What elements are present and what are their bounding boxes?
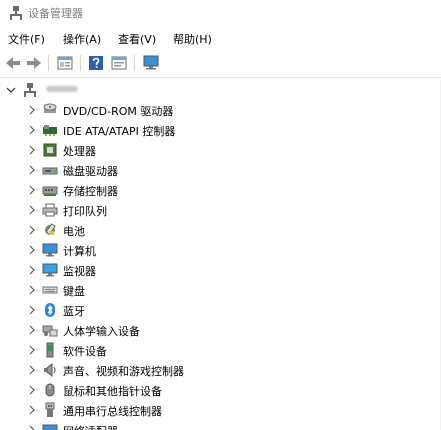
printer-icon xyxy=(42,203,58,217)
properties-window-icon[interactable] xyxy=(55,53,75,73)
storage-controller-icon xyxy=(42,186,58,196)
category-label: 打印队列 xyxy=(63,205,107,218)
menu-bar: 文件(F) 操作(A) 查看(V) 帮助(H) xyxy=(0,28,441,48)
title-bar: 设备管理器 xyxy=(0,0,441,26)
category-label: 电池 xyxy=(63,225,85,238)
bluetooth-icon xyxy=(45,303,55,317)
chevron-right-icon[interactable] xyxy=(28,405,36,415)
device-tree[interactable]: DVD/CD-ROM 驱动器 IDE ATA/ATAPI 控制器 处理器磁盘驱动器存… xyxy=(0,80,441,430)
chevron-down-icon[interactable] xyxy=(6,85,16,95)
category-label: 蓝牙 xyxy=(63,305,85,318)
chevron-right-icon[interactable] xyxy=(28,185,36,195)
category-label: 鼠标和其他指针设备 xyxy=(63,385,162,398)
back-arrow-icon[interactable] xyxy=(3,53,23,73)
tree-category-row[interactable]: 软件设备 xyxy=(0,340,441,360)
hid-icon xyxy=(42,325,58,337)
keyboard-icon xyxy=(42,286,58,294)
category-label: 通用串行总线控制器 xyxy=(63,405,162,418)
category-label: 声音、视频和游戏控制器 xyxy=(63,365,184,378)
toolbar-separator xyxy=(48,55,49,71)
category-label: 网络适配器 xyxy=(63,423,118,430)
tree-category-row[interactable]: 声音、视频和游戏控制器 xyxy=(0,360,441,380)
category-label: 存储控制器 xyxy=(63,185,118,198)
device-manager-icon xyxy=(10,6,22,20)
chevron-right-icon[interactable] xyxy=(28,285,36,295)
chevron-right-icon[interactable] xyxy=(28,245,36,255)
redacted-computer-name xyxy=(46,86,78,92)
ide-controller-icon xyxy=(43,125,57,136)
category-label: 处理器 xyxy=(63,145,96,158)
tree-category-row[interactable]: 人体学输入设备 xyxy=(0,320,441,340)
sound-icon xyxy=(44,362,56,378)
category-label: IDE ATA/ATAPI 控制器 xyxy=(63,125,176,138)
help-icon[interactable] xyxy=(86,53,106,73)
update-driver-icon[interactable] xyxy=(109,53,129,73)
category-label: 计算机 xyxy=(63,245,96,258)
mouse-icon xyxy=(45,383,55,397)
tree-category-row[interactable]: IDE ATA/ATAPI 控制器 xyxy=(0,120,441,140)
toolbar xyxy=(0,50,441,76)
category-label: 磁盘驱动器 xyxy=(63,165,118,178)
processor-icon xyxy=(43,143,57,157)
chevron-right-icon[interactable] xyxy=(28,145,36,155)
tree-category-row[interactable]: 监视器 xyxy=(0,260,441,280)
category-label: DVD/CD-ROM 驱动器 xyxy=(63,105,174,118)
monitor-icon xyxy=(42,263,58,277)
tree-category-row[interactable]: 键盘 xyxy=(0,280,441,300)
chevron-right-icon[interactable] xyxy=(28,165,36,175)
menu-help[interactable]: 帮助(H) xyxy=(173,31,212,47)
toolbar-divider xyxy=(0,77,441,78)
tree-category-row[interactable]: 处理器 xyxy=(0,140,441,160)
category-label: 软件设备 xyxy=(63,345,107,358)
tree-category-row[interactable]: 蓝牙 xyxy=(0,300,441,320)
computer-root-icon xyxy=(24,83,36,97)
window-title: 设备管理器 xyxy=(28,7,83,20)
chevron-right-icon[interactable] xyxy=(28,225,36,235)
chevron-right-icon[interactable] xyxy=(28,385,36,395)
tree-root[interactable] xyxy=(0,80,441,100)
category-label: 监视器 xyxy=(63,265,96,278)
usb-icon xyxy=(45,402,55,417)
menu-file[interactable]: 文件(F) xyxy=(8,31,45,47)
scan-hardware-icon[interactable] xyxy=(141,53,161,73)
software-device-icon xyxy=(46,342,54,358)
tree-category-row[interactable]: 存储控制器 xyxy=(0,180,441,200)
tree-category-row[interactable]: 网络适配器 xyxy=(0,420,441,430)
tree-category-row[interactable]: 计算机 xyxy=(0,240,441,260)
chevron-right-icon[interactable] xyxy=(28,325,36,335)
disk-drive-icon xyxy=(42,167,58,175)
chevron-right-icon[interactable] xyxy=(28,105,36,115)
toolbar-separator xyxy=(134,55,135,71)
chevron-right-icon[interactable] xyxy=(28,425,36,430)
chevron-right-icon[interactable] xyxy=(28,305,36,315)
tree-category-row[interactable]: 打印队列 xyxy=(0,200,441,220)
tree-category-row[interactable]: 通用串行总线控制器 xyxy=(0,400,441,420)
chevron-right-icon[interactable] xyxy=(28,205,36,215)
tree-category-row[interactable]: 电池 xyxy=(0,220,441,240)
chevron-right-icon[interactable] xyxy=(28,365,36,375)
dvd-drive-icon xyxy=(43,103,57,113)
chevron-right-icon[interactable] xyxy=(28,125,36,135)
category-label: 键盘 xyxy=(63,285,85,298)
forward-arrow-icon[interactable] xyxy=(24,53,44,73)
menu-view[interactable]: 查看(V) xyxy=(118,31,156,47)
category-label: 人体学输入设备 xyxy=(63,325,140,338)
chevron-right-icon[interactable] xyxy=(28,265,36,275)
menu-action[interactable]: 操作(A) xyxy=(63,31,101,47)
chevron-right-icon[interactable] xyxy=(28,345,36,355)
tree-category-row[interactable]: 磁盘驱动器 xyxy=(0,160,441,180)
network-adapter-icon xyxy=(42,424,58,430)
tree-category-row[interactable]: 鼠标和其他指针设备 xyxy=(0,380,441,400)
computer-icon xyxy=(42,243,58,257)
tree-category-row[interactable]: DVD/CD-ROM 驱动器 xyxy=(0,100,441,120)
battery-icon xyxy=(45,223,56,236)
toolbar-separator xyxy=(80,55,81,71)
